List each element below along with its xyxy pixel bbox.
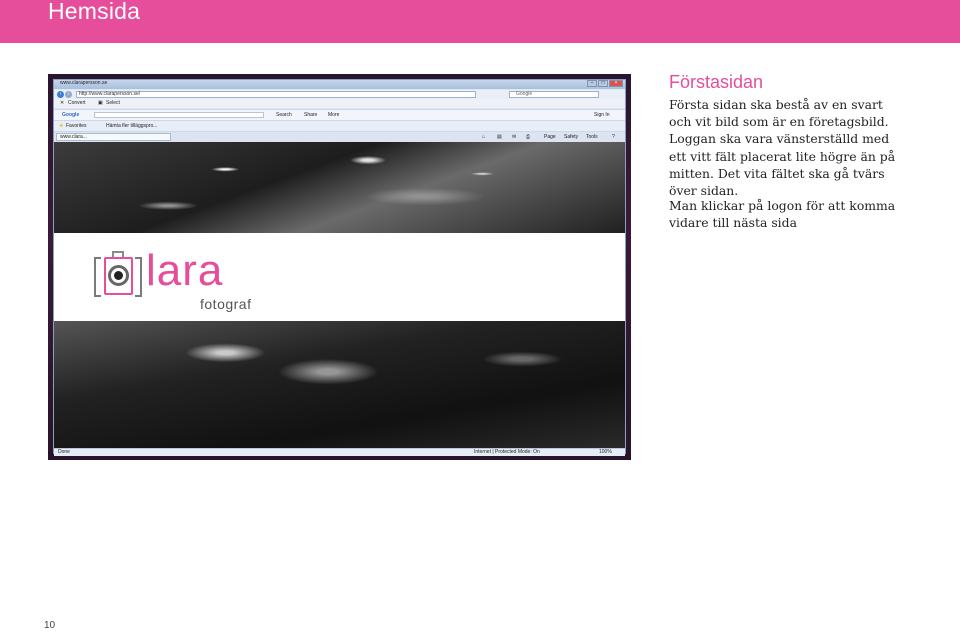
command-menubar: ✕ Convert ▣ Select [54, 99, 625, 108]
logo-bracket-right [135, 257, 142, 297]
favorites-button[interactable]: Favorites [66, 123, 87, 129]
select-button[interactable]: Select [106, 100, 120, 106]
company-photo-bottom [54, 321, 625, 448]
suggested-sites-link[interactable]: Hämta fler tilläggspro... [106, 123, 157, 129]
logo-text: lara [146, 246, 224, 295]
share-button[interactable]: Share [304, 112, 317, 118]
tab-bar: www.clara... ⌂ ▤ ✉ ⎙ Page Safety Tools ? [54, 131, 625, 142]
search-box[interactable]: Google [509, 91, 599, 98]
help-icon[interactable]: ? [612, 134, 615, 140]
security-zone[interactable]: Internet | Protected Mode: On [474, 449, 540, 455]
description-paragraph: Första sidan ska bestå av en svart och v… [669, 97, 896, 199]
site-logo[interactable]: lara fotograf [94, 243, 274, 312]
minimize-icon[interactable]: – [587, 80, 597, 87]
status-text: Done [58, 449, 70, 455]
star-icon: ★ [59, 123, 64, 129]
webpage-content: lara fotograf [54, 142, 625, 448]
white-band: lara fotograf [54, 233, 625, 321]
close-icon[interactable]: × [609, 80, 623, 87]
google-logo: Google [62, 112, 80, 118]
page-header: Hemsida [0, 0, 960, 43]
google-search-button[interactable]: Search [276, 112, 292, 118]
mail-icon[interactable]: ✉ [512, 134, 516, 140]
home-icon[interactable]: ⌂ [482, 134, 485, 140]
page-title: Hemsida [48, 0, 141, 24]
window-controls: – □ × [587, 80, 623, 88]
website-screenshot: www.clarapersson.se – □ × ‹ › http://www… [48, 74, 631, 460]
camera-icon [102, 251, 135, 297]
back-icon[interactable]: ‹ [57, 91, 64, 98]
page-menu[interactable]: Page [544, 134, 556, 140]
convert-icon[interactable]: ✕ [60, 100, 64, 106]
logo-subtitle: fotograf [200, 296, 252, 312]
feeds-icon[interactable]: ▤ [497, 134, 502, 140]
company-photo-top [54, 142, 625, 233]
section-heading: Förstasidan [669, 72, 764, 92]
select-icon[interactable]: ▣ [98, 100, 103, 106]
logo-bracket-left [94, 257, 101, 297]
address-bar: ‹ › http://www.clarapersson.se/ Google [54, 90, 625, 99]
maximize-icon[interactable]: □ [598, 80, 608, 87]
zoom-level[interactable]: 100% [599, 449, 612, 455]
google-toolbar: Google Search Share More Sign In [54, 109, 625, 120]
url-input[interactable]: http://www.clarapersson.se/ [76, 91, 476, 98]
sign-in-link[interactable]: Sign In [594, 112, 610, 118]
tab-clarapersson[interactable]: www.clara... [56, 133, 171, 141]
navigation-note: Man klickar på logon för att komma vidar… [669, 198, 896, 231]
print-icon[interactable]: ⎙ [526, 134, 530, 140]
status-bar: Done Internet | Protected Mode: On 100% [54, 448, 625, 456]
forward-icon[interactable]: › [65, 91, 72, 98]
convert-button[interactable]: Convert [68, 100, 86, 106]
favorites-bar: ★ Favorites Hämta fler tilläggspro... [54, 120, 625, 131]
tools-menu[interactable]: Tools [586, 134, 598, 140]
safety-menu[interactable]: Safety [564, 134, 578, 140]
more-button[interactable]: More [328, 112, 339, 118]
page-number: 10 [44, 620, 56, 631]
window-title: www.clarapersson.se [60, 80, 108, 86]
browser-window: www.clarapersson.se – □ × ‹ › http://www… [53, 79, 626, 456]
google-search-field[interactable] [94, 112, 264, 118]
browser-titlebar: www.clarapersson.se – □ × [54, 80, 625, 89]
